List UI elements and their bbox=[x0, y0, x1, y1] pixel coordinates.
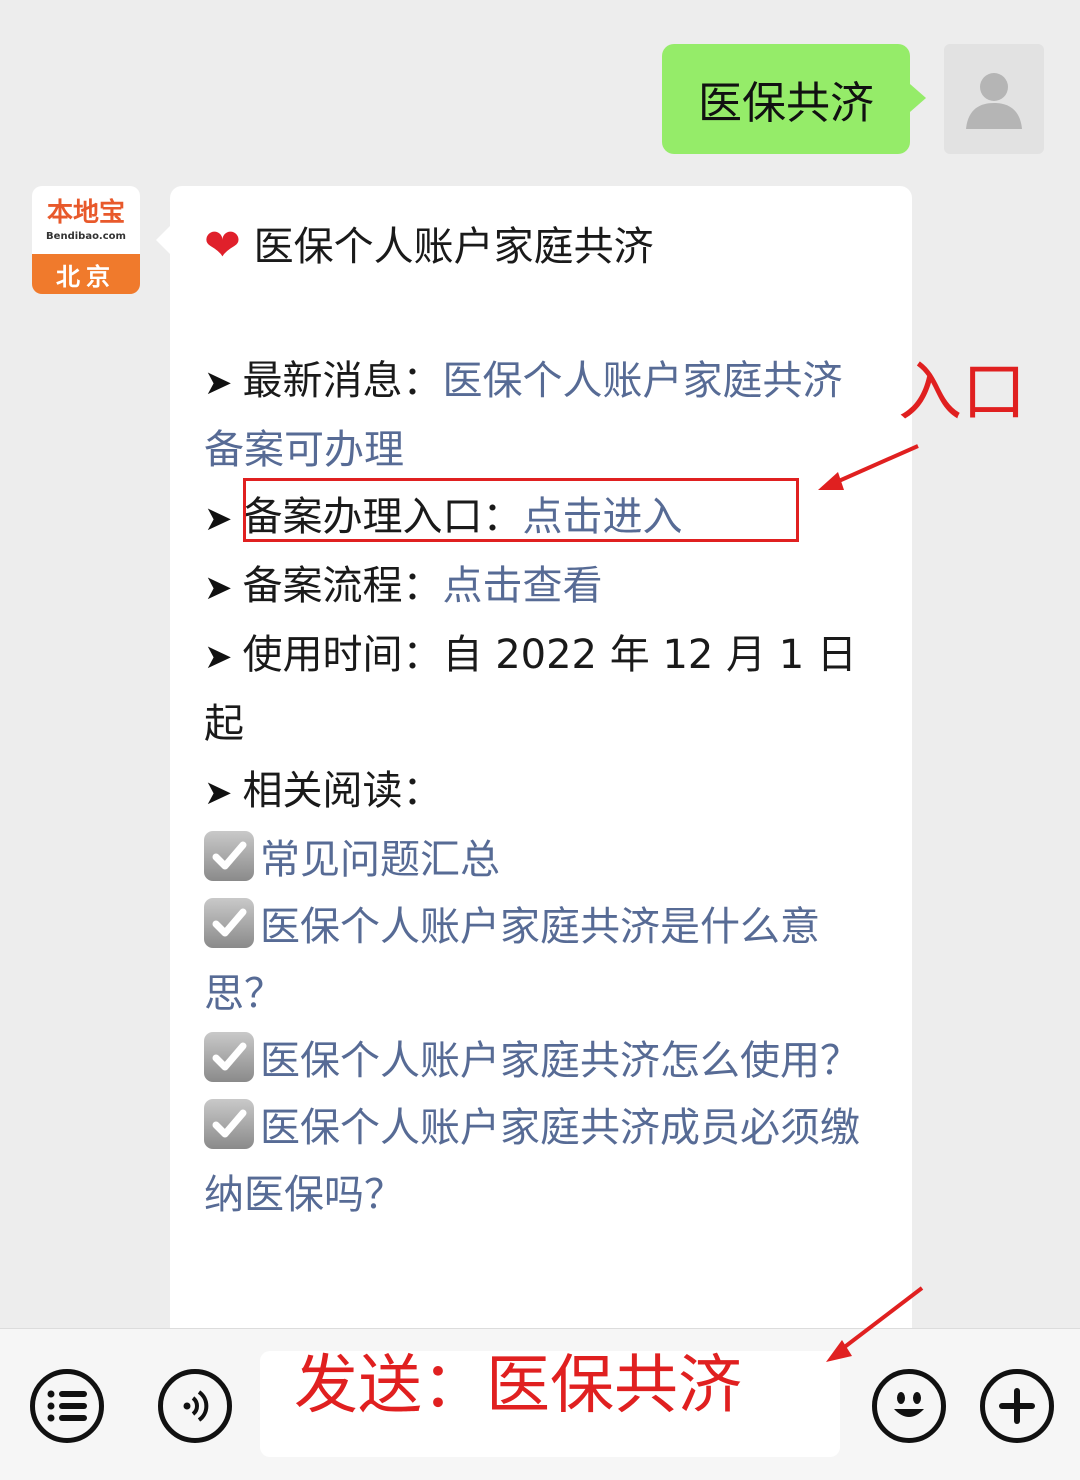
annotation-arrow-icon bbox=[818, 444, 924, 1362]
